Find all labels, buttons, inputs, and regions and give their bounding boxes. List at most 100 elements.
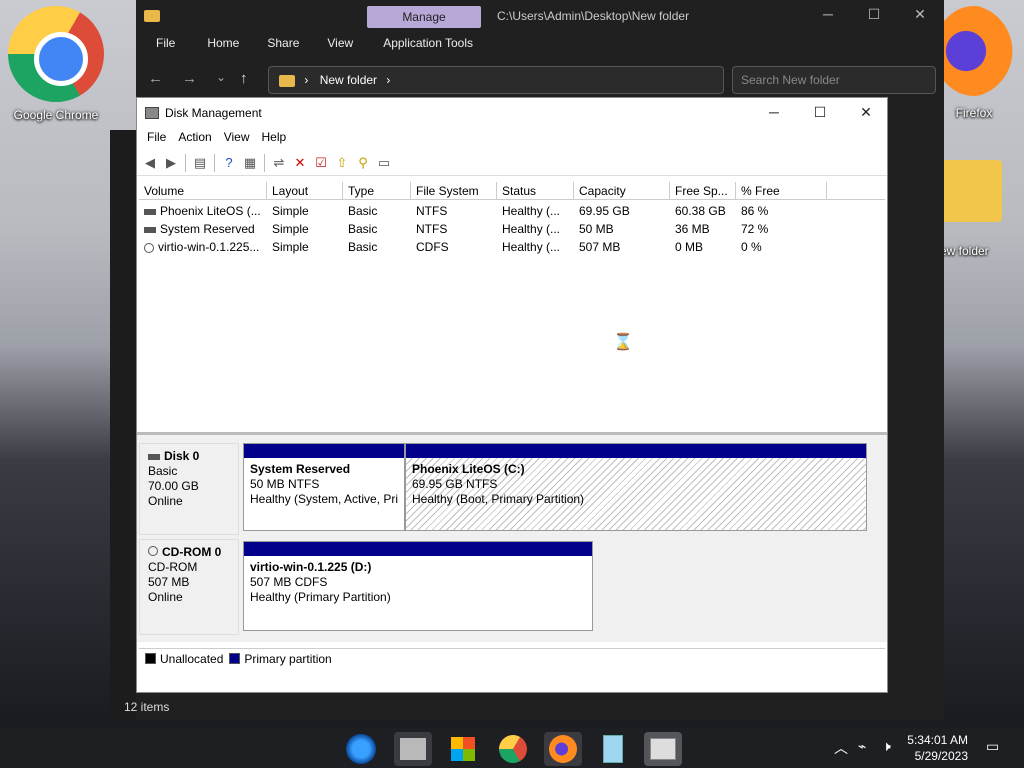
address-text: New folder xyxy=(319,73,378,87)
maximize-button[interactable]: ☐ xyxy=(854,6,894,23)
cell-free-space: 0 MB xyxy=(675,240,704,254)
disk-name: Disk 0 xyxy=(164,449,200,463)
menu-file[interactable]: File xyxy=(147,130,166,150)
ribbon-tab-share[interactable]: Share xyxy=(267,36,299,52)
menu-action[interactable]: Action xyxy=(178,130,211,150)
settings-icon[interactable]: ▭ xyxy=(375,154,393,172)
chevron-down-icon[interactable]: ⌄ xyxy=(216,70,226,84)
help-icon[interactable]: ? xyxy=(220,154,238,172)
search-icon[interactable]: ⚲ xyxy=(354,154,372,172)
up-arrow-icon[interactable]: ↑ xyxy=(240,70,248,87)
partition-bar xyxy=(244,444,404,458)
partition-body: virtio-win-0.1.225 (D:) 507 MB CDFS Heal… xyxy=(244,556,592,609)
cell-volume: Phoenix LiteOS (... xyxy=(139,202,267,220)
minimize-button[interactable]: ─ xyxy=(808,6,848,22)
column-header-layout[interactable]: Layout xyxy=(267,182,343,199)
partition-name: Phoenix LiteOS (C:) xyxy=(412,462,525,476)
volume-muted-icon[interactable]: 🕨 xyxy=(882,738,891,755)
cell-capacity: 50 MB xyxy=(579,222,614,236)
address-chevron-icon: › xyxy=(304,73,309,87)
column-header-percent-free[interactable]: % Free xyxy=(736,182,827,199)
desktop-icon-chrome[interactable]: Google Chrome xyxy=(6,6,106,122)
chrome-icon xyxy=(499,735,527,763)
properties-icon[interactable]: ▦ xyxy=(241,154,259,172)
table-row[interactable]: virtio-win-0.1.225... Simple Basic CDFS … xyxy=(139,238,827,256)
column-header-file-system[interactable]: File System xyxy=(411,182,497,199)
disk-management-window: Disk Management ─ ☐ ✕ File Action View H… xyxy=(136,97,888,693)
cell-free-space: 60.38 GB xyxy=(675,204,726,218)
firefox-icon xyxy=(549,735,577,763)
delete-icon[interactable]: ✕ xyxy=(291,154,309,172)
cdrom-0-label[interactable]: CD-ROM 0 CD-ROM 507 MB Online xyxy=(139,539,239,635)
partition-phoenix-liteos[interactable]: Phoenix LiteOS (C:) 69.95 GB NTFS Health… xyxy=(405,443,867,531)
clock[interactable]: 5:34:01 AM 5/29/2023 xyxy=(907,732,968,764)
toolbar-separator xyxy=(264,153,265,172)
dm-maximize-button[interactable]: ☐ xyxy=(797,104,843,121)
legend: Unallocated Primary partition xyxy=(139,648,885,668)
disk-0-label[interactable]: Disk 0 Basic 70.00 GB Online xyxy=(139,443,239,535)
column-header-free-space[interactable]: Free Sp... xyxy=(670,182,736,199)
dm-window-title: Disk Management xyxy=(165,106,262,120)
column-header-status[interactable]: Status xyxy=(497,182,574,199)
ribbon-tab-view[interactable]: View xyxy=(327,36,353,52)
check-icon[interactable]: ☑ xyxy=(312,154,330,172)
dm-minimize-button[interactable]: ─ xyxy=(751,104,797,120)
ribbon-tab-file[interactable]: File xyxy=(156,36,175,52)
address-bar[interactable]: › New folder › xyxy=(268,66,724,94)
desktop-icon-label: Google Chrome xyxy=(13,108,99,122)
search-input[interactable]: Search New folder xyxy=(732,66,936,94)
cell-status: Healthy (... xyxy=(502,222,561,236)
partition-virtio-win[interactable]: virtio-win-0.1.225 (D:) 507 MB CDFS Heal… xyxy=(243,541,593,631)
partition-size: 50 MB NTFS xyxy=(250,477,320,491)
legend-swatch-unallocated xyxy=(145,653,156,664)
import-icon[interactable]: ⇧ xyxy=(333,154,351,172)
file-explorer-icon xyxy=(400,738,426,760)
taskbar-file-explorer[interactable] xyxy=(394,732,432,766)
taskbar-store[interactable] xyxy=(444,732,482,766)
menu-view[interactable]: View xyxy=(224,130,250,150)
window-title: C:\Users\Admin\Desktop\New folder xyxy=(497,9,690,23)
clock-time: 5:34:01 AM xyxy=(907,733,968,747)
disk-management-icon xyxy=(145,107,159,119)
notification-icon[interactable]: ▭ xyxy=(986,738,999,755)
connect-icon[interactable]: ⇌ xyxy=(270,154,288,172)
forward-icon[interactable]: ▶ xyxy=(162,154,180,172)
back-icon[interactable]: ◀ xyxy=(141,154,159,172)
cell-layout: Simple xyxy=(272,240,309,254)
disk-size: 507 MB xyxy=(148,575,190,589)
back-arrow-icon[interactable]: ← xyxy=(148,70,163,87)
notepad-icon xyxy=(603,735,623,763)
cell-layout: Simple xyxy=(272,204,309,218)
column-header-volume[interactable]: Volume xyxy=(139,182,267,199)
cell-percent-free: 0 % xyxy=(741,240,762,254)
partition-bar xyxy=(406,444,866,458)
taskbar-disk-management[interactable] xyxy=(644,732,682,766)
disk-type: CD-ROM xyxy=(148,560,198,574)
cell-type: Basic xyxy=(348,222,378,236)
menu-help[interactable]: Help xyxy=(262,130,287,150)
column-header-capacity[interactable]: Capacity xyxy=(574,182,670,199)
taskbar-notepad[interactable] xyxy=(594,732,632,766)
taskbar-firefox[interactable] xyxy=(544,732,582,766)
show-hide-console-icon[interactable]: ▤ xyxy=(191,154,209,172)
search-placeholder: Search New folder xyxy=(741,73,840,87)
disk-management-icon xyxy=(650,738,676,760)
cell-file-system: CDFS xyxy=(416,240,449,254)
table-row[interactable]: System Reserved Simple Basic NTFS Health… xyxy=(139,220,827,238)
close-button[interactable]: ✕ xyxy=(900,6,940,23)
start-button[interactable] xyxy=(342,732,380,766)
table-row[interactable]: Phoenix LiteOS (... Simple Basic NTFS He… xyxy=(139,202,827,220)
taskbar-chrome[interactable] xyxy=(494,732,532,766)
tab-manage[interactable]: Manage xyxy=(367,6,481,28)
toolbar-separator xyxy=(185,153,186,172)
forward-arrow-icon[interactable]: → xyxy=(182,70,197,87)
ribbon-tab-home[interactable]: Home xyxy=(207,36,239,52)
cell-capacity: 507 MB xyxy=(579,240,621,254)
dm-close-button[interactable]: ✕ xyxy=(843,104,889,121)
dm-toolbar: ◀ ▶ ▤ ? ▦ ⇌ ✕ ☑ ⇧ ⚲ ▭ xyxy=(137,150,887,176)
chevron-up-icon[interactable]: ︿ xyxy=(834,738,848,758)
ribbon-tab-application-tools[interactable]: Application Tools xyxy=(383,36,473,52)
network-icon[interactable]: ⌁ xyxy=(858,738,866,755)
column-header-type[interactable]: Type xyxy=(343,182,411,199)
partition-system-reserved[interactable]: System Reserved 50 MB NTFS Healthy (Syst… xyxy=(243,443,405,531)
